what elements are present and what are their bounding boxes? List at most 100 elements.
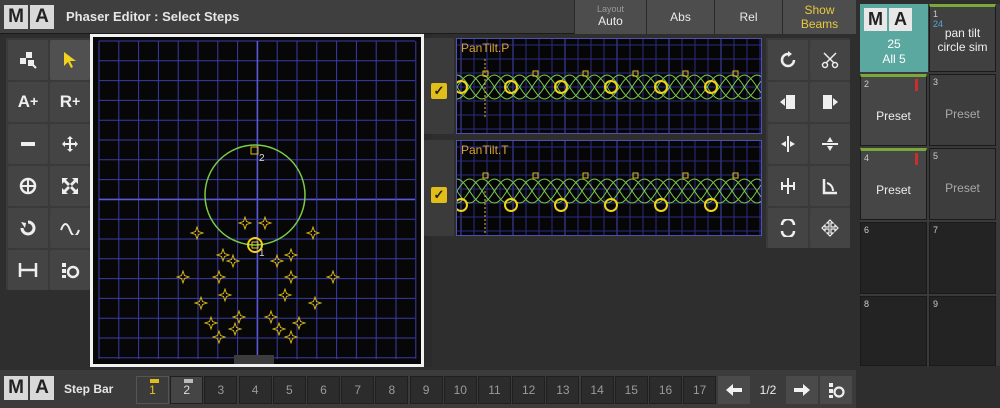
tilt-checkbox[interactable]: ✓ xyxy=(431,187,447,203)
step-button-5[interactable]: 5 xyxy=(272,376,306,404)
stepbar-ma-logo[interactable]: M A xyxy=(4,376,54,400)
preset-num-7: 7 xyxy=(933,225,939,235)
beam-sparkle xyxy=(211,269,227,285)
layout-button[interactable]: Layout Auto xyxy=(574,0,646,34)
split-horizontal-icon[interactable] xyxy=(810,124,850,164)
cut-icon[interactable] xyxy=(810,40,850,80)
preset-cell-3[interactable]: 3 Preset xyxy=(929,74,996,146)
expand-icon[interactable] xyxy=(50,166,90,206)
layout-value: Auto xyxy=(598,14,623,28)
move-all-icon[interactable] xyxy=(810,208,850,248)
canvas-grid xyxy=(98,40,417,359)
step-button-13[interactable]: 13 xyxy=(546,376,580,404)
preset-cell-6[interactable]: 6 xyxy=(860,222,927,294)
pan-track-label: PanTilt.P xyxy=(461,41,510,55)
preset-num-2: 2 xyxy=(864,79,870,89)
ma-logo[interactable]: M A xyxy=(4,5,54,29)
preset-cell-2[interactable]: 2 Preset xyxy=(860,74,927,146)
preset-num-4: 4 xyxy=(864,153,870,163)
select-multiple-icon[interactable] xyxy=(8,40,48,80)
preset-cell-1[interactable]: 1 24 pan tilt circle sim xyxy=(929,4,996,72)
step-settings-icon[interactable] xyxy=(820,376,852,404)
preset-num-8: 8 xyxy=(864,299,870,309)
channel-row-pan: ✓ xyxy=(424,38,454,134)
preset-label-3: Preset xyxy=(945,107,980,121)
abs-button[interactable]: Abs xyxy=(646,0,714,34)
step-button-15[interactable]: 15 xyxy=(614,376,648,404)
add-r-icon[interactable]: R + xyxy=(50,82,90,122)
beam-sparkle xyxy=(325,269,341,285)
step-button-11[interactable]: 11 xyxy=(478,376,511,404)
step-button-1[interactable]: 1 xyxy=(136,376,169,404)
minus-icon[interactable] xyxy=(8,124,48,164)
step-button-16[interactable]: 16 xyxy=(649,376,682,404)
canvas-resize-handle[interactable] xyxy=(234,355,274,364)
pool-ma-logo: M A xyxy=(864,8,912,31)
step-button-17[interactable]: 17 xyxy=(683,376,717,404)
preset-pool: M A 25 All 5 1 24 pan tilt circle sim 2 … xyxy=(860,4,1000,366)
show-beams-button[interactable]: Show Beams xyxy=(782,0,856,34)
stepbar-logo-m: M xyxy=(4,376,28,400)
phaser-editor-window: M A Phaser Editor : Select Steps Layout … xyxy=(0,0,1000,408)
step-button-2[interactable]: 2 xyxy=(170,376,204,404)
center-icon[interactable] xyxy=(8,166,48,206)
move-icon[interactable] xyxy=(50,124,90,164)
step-button-12[interactable]: 12 xyxy=(512,376,546,404)
step-button-8[interactable]: 8 xyxy=(375,376,409,404)
preset-label-4: Preset xyxy=(876,183,911,197)
refresh-icon[interactable] xyxy=(768,40,808,80)
beam-sparkle xyxy=(211,329,227,345)
beam-sparkle xyxy=(263,309,279,325)
step-label-2: 2 xyxy=(259,153,265,164)
arrow-right-icon[interactable] xyxy=(786,376,818,404)
beam-sparkle xyxy=(175,269,191,285)
pointer-icon[interactable] xyxy=(50,40,90,80)
beam-sparkle xyxy=(189,225,205,241)
logo-a: A xyxy=(30,5,54,29)
pan-track[interactable]: PanTilt.P xyxy=(454,38,762,134)
add-a-icon[interactable]: A + xyxy=(8,82,48,122)
align-center-icon[interactable] xyxy=(768,166,808,206)
split-vertical-icon[interactable] xyxy=(768,124,808,164)
step-button-9[interactable]: 9 xyxy=(409,376,443,404)
pool-header[interactable]: M A 25 All 5 xyxy=(860,4,928,72)
step-button-3[interactable]: 3 xyxy=(204,376,238,404)
wave-icon[interactable] xyxy=(50,208,90,248)
tilt-track-label: PanTilt.T xyxy=(461,143,509,157)
canvas-svg: 2 1 xyxy=(98,40,417,364)
window-title: Phaser Editor : Select Steps xyxy=(66,9,240,24)
tilt-track[interactable]: PanTilt.T xyxy=(454,140,762,236)
preset-cell-8[interactable]: 8 xyxy=(860,296,927,366)
channel-row-tilt: ✓ xyxy=(424,140,454,236)
preset-cell-4[interactable]: 4 Preset xyxy=(860,148,927,220)
arrow-left-icon[interactable] xyxy=(718,376,750,404)
position-canvas[interactable]: 2 1 xyxy=(90,34,424,367)
step-button-7[interactable]: 7 xyxy=(341,376,375,404)
beam-sparkle xyxy=(283,269,299,285)
pool-count: 25 xyxy=(887,37,901,51)
preset-cell-7[interactable]: 7 xyxy=(929,222,996,294)
rel-button[interactable]: Rel xyxy=(714,0,782,34)
step-button-4[interactable]: 4 xyxy=(238,376,272,404)
preset-marker-4 xyxy=(915,153,918,165)
step-indicator xyxy=(184,379,194,383)
step-button-14[interactable]: 14 xyxy=(580,376,614,404)
step-button-6[interactable]: 6 xyxy=(307,376,340,404)
pan-checkbox[interactable]: ✓ xyxy=(431,83,447,99)
pool-logo-a: A xyxy=(889,8,912,31)
width-icon[interactable] xyxy=(8,250,48,290)
preset-num-1: 1 xyxy=(933,9,939,19)
add-a-plus: + xyxy=(30,94,39,110)
preset-cell-5[interactable]: 5 Preset xyxy=(929,148,996,220)
step-button-10[interactable]: 10 xyxy=(443,376,477,404)
measure-icon[interactable] xyxy=(810,166,850,206)
paste-right-icon[interactable] xyxy=(810,82,850,122)
tilt-step-marker xyxy=(504,198,518,212)
preset-cell-9[interactable]: 9 xyxy=(929,296,996,366)
paste-left-icon[interactable] xyxy=(768,82,808,122)
preset-num-6: 6 xyxy=(864,225,870,235)
rotate-icon[interactable] xyxy=(8,208,48,248)
loop-icon[interactable] xyxy=(768,208,808,248)
beam-sparkle xyxy=(217,287,233,303)
step-align-icon[interactable] xyxy=(50,250,90,290)
